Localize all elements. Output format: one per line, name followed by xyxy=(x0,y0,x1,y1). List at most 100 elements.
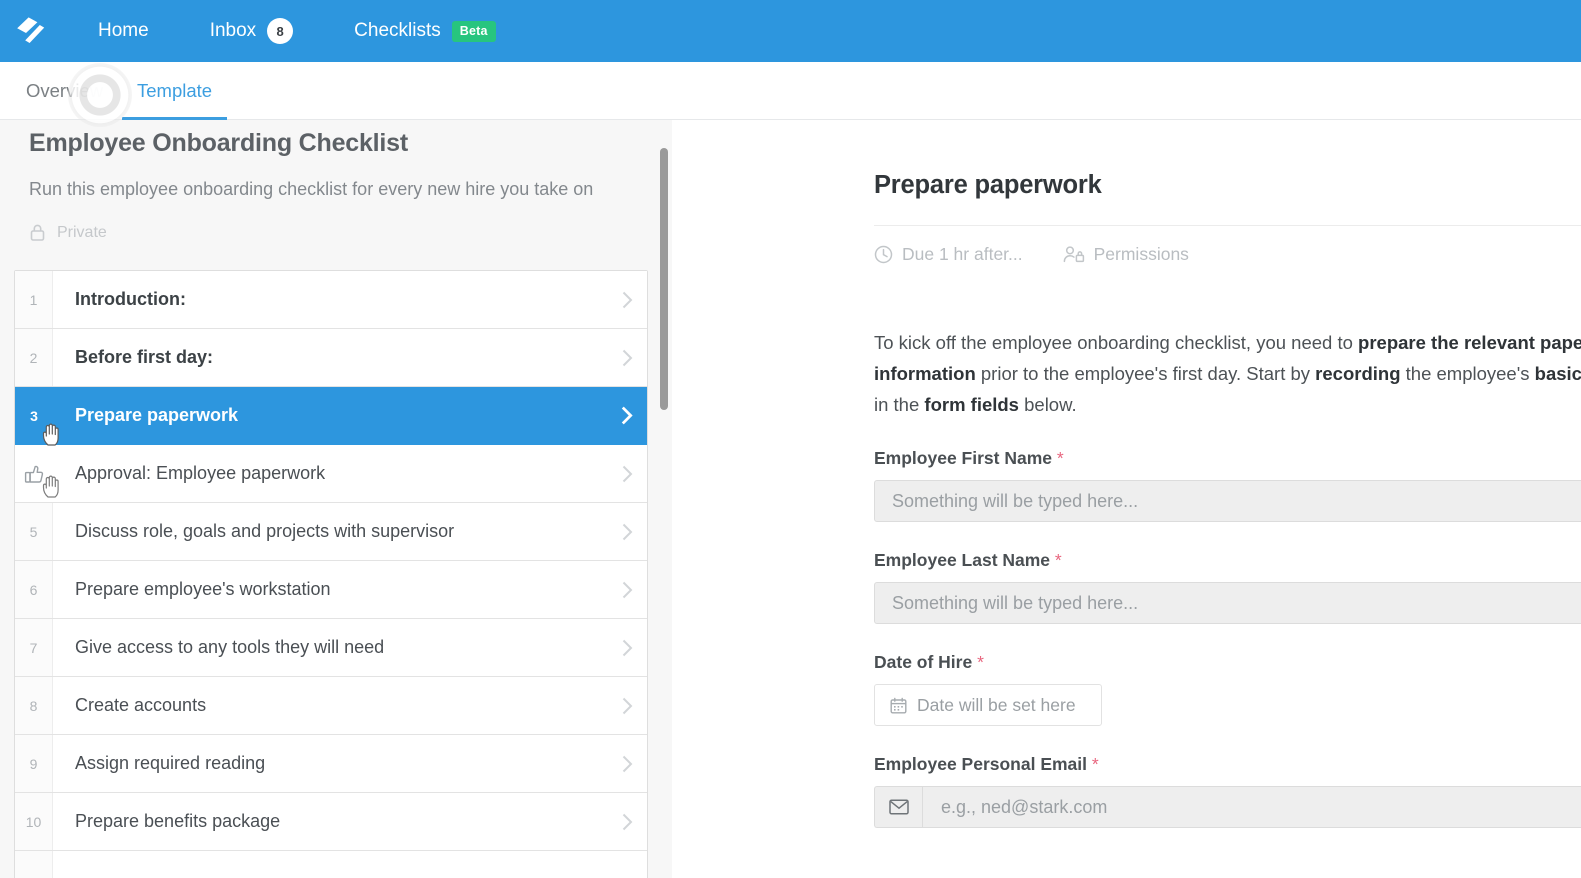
checklist-title: Employee Onboarding Checklist xyxy=(29,129,409,157)
desc-part-3: the employee's xyxy=(1400,363,1535,384)
field-label: Employee Last Name * xyxy=(874,550,1581,571)
task-label: Give access to any tools they will need xyxy=(75,637,385,657)
tab-template[interactable]: Template xyxy=(122,62,228,120)
task-row-selected[interactable]: 3 Prepare paperwork xyxy=(15,387,647,446)
tab-overview[interactable]: Overview xyxy=(26,62,103,120)
chevron-right-icon xyxy=(607,561,647,618)
desc-bold-3: basic information xyxy=(1534,363,1581,384)
thumbs-up-icon xyxy=(24,465,44,483)
beta-badge: Beta xyxy=(451,20,496,42)
nav-link-inbox[interactable]: Inbox 8 xyxy=(209,18,294,44)
field-employee-first-name: Employee First Name * Something will be … xyxy=(874,448,1581,522)
task-label: Approval: Employee paperwork xyxy=(75,463,326,483)
field-label: Employee First Name * xyxy=(874,448,1581,469)
task-row[interactable]: 9 Assign required reading xyxy=(15,735,647,793)
task-row[interactable]: 1 Introduction: xyxy=(15,271,647,329)
chevron-right-icon xyxy=(607,851,647,878)
field-label-text: Employee First Name xyxy=(874,448,1052,468)
task-number: 9 xyxy=(15,735,53,792)
clock-icon xyxy=(874,245,893,264)
chevron-right-icon xyxy=(607,445,647,502)
task-number: 1 xyxy=(15,271,53,328)
task-detail-inner: Prepare paperwork Due 1 hr after... Perm… xyxy=(874,120,1581,828)
top-navigation-bar: Home Inbox 8 Checklists Beta xyxy=(0,0,1581,62)
app-root: Home Inbox 8 Checklists Beta Overview Te… xyxy=(0,0,1581,878)
task-label: Prepare paperwork xyxy=(75,405,239,425)
task-row[interactable]: 10 Prepare benefits package xyxy=(15,793,647,851)
visibility-label: Private xyxy=(57,223,107,241)
field-date-of-hire: Date of Hire * Date will be set here xyxy=(874,652,1581,726)
task-label: Create accounts xyxy=(75,695,207,715)
body-area: Employee Onboarding Checklist Run this e… xyxy=(0,120,1581,878)
task-number: 6 xyxy=(15,561,53,618)
task-number: 2 xyxy=(15,329,53,386)
process-street-logo-icon xyxy=(17,17,45,43)
sidebar-scrollbar[interactable] xyxy=(660,148,668,410)
email-addon xyxy=(874,786,922,828)
chevron-right-icon xyxy=(607,387,647,444)
desc-bold-2: recording xyxy=(1315,363,1401,384)
task-label: Introduction: xyxy=(75,289,186,309)
task-meta-row: Due 1 hr after... Permissions xyxy=(874,244,1581,265)
field-label-text: Date of Hire xyxy=(874,652,973,672)
field-employee-personal-email: Employee Personal Email * e.g., ned@star… xyxy=(874,754,1581,828)
permissions-icon xyxy=(1063,246,1084,263)
permissions-control[interactable]: Permissions xyxy=(1063,244,1189,265)
task-label: Assign required reading xyxy=(75,753,266,773)
due-date-label: Due 1 hr after... xyxy=(902,244,1023,264)
task-row[interactable]: 6 Prepare employee's workstation xyxy=(15,561,647,619)
date-of-hire-input[interactable]: Date will be set here xyxy=(874,684,1102,726)
task-row[interactable]: Approval: Employee paperwork xyxy=(15,445,647,503)
task-number: 3 xyxy=(15,387,53,444)
due-date-control[interactable]: Due 1 hr after... xyxy=(874,244,1023,265)
date-of-hire-placeholder: Date will be set here xyxy=(917,694,1076,715)
task-row-partial[interactable] xyxy=(15,851,647,878)
tab-bar: Overview Template xyxy=(0,62,1581,120)
task-row[interactable]: 5 Discuss role, goals and projects with … xyxy=(15,503,647,561)
task-number: 5 xyxy=(15,503,53,560)
employee-personal-email-input[interactable]: e.g., ned@stark.com xyxy=(922,786,1581,828)
nav-link-home-label: Home xyxy=(98,20,149,41)
field-label: Date of Hire * xyxy=(874,652,1581,673)
task-number: 10 xyxy=(15,793,53,850)
desc-part-5: below. xyxy=(1018,394,1077,415)
chevron-right-icon xyxy=(607,793,647,850)
app-logo[interactable] xyxy=(0,0,62,62)
desc-part-2: prior to the employee's first day. Start… xyxy=(975,363,1316,384)
required-asterisk: * xyxy=(1091,754,1099,774)
desc-bold-4: form fields xyxy=(924,394,1019,415)
sidebar-inner: Employee Onboarding Checklist Run this e… xyxy=(0,120,660,878)
chevron-right-icon xyxy=(607,619,647,676)
top-nav-links: Home Inbox 8 Checklists Beta xyxy=(62,0,557,62)
task-row[interactable]: 8 Create accounts xyxy=(15,677,647,735)
desc-part-4: in the xyxy=(874,394,925,415)
task-number: 8 xyxy=(15,677,53,734)
task-row[interactable]: 2 Before first day: xyxy=(15,329,647,387)
permissions-label: Permissions xyxy=(1093,244,1189,264)
nav-link-inbox-label: Inbox xyxy=(209,20,257,41)
task-label: Discuss role, goals and projects with su… xyxy=(75,521,455,541)
nav-link-home[interactable]: Home xyxy=(98,20,149,42)
chevron-right-icon xyxy=(607,735,647,792)
task-description: To kick off the employee onboarding chec… xyxy=(874,327,1581,420)
task-label xyxy=(53,851,607,878)
task-list: 1 Introduction: 2 Before first day: 3 Pr… xyxy=(14,270,648,878)
employee-last-name-input[interactable]: Something will be typed here... xyxy=(874,582,1581,624)
task-row[interactable]: 7 Give access to any tools they will nee… xyxy=(15,619,647,677)
email-input-group: e.g., ned@stark.com xyxy=(874,786,1581,828)
inbox-count-badge: 8 xyxy=(267,18,294,44)
field-label-text: Employee Last Name xyxy=(874,550,1051,570)
lock-icon xyxy=(30,224,45,241)
checklist-description: Run this employee onboarding checklist f… xyxy=(29,179,594,199)
divider xyxy=(874,225,1581,226)
visibility-indicator[interactable]: Private xyxy=(29,223,660,242)
chevron-right-icon xyxy=(607,503,647,560)
desc-part-1: To kick off the employee onboarding chec… xyxy=(874,332,1359,353)
required-asterisk: * xyxy=(977,652,984,672)
task-label: Prepare employee's workstation xyxy=(75,579,331,599)
task-detail-title: Prepare paperwork xyxy=(874,171,1102,199)
chevron-right-icon xyxy=(607,271,647,328)
employee-first-name-input[interactable]: Something will be typed here... xyxy=(874,480,1581,522)
tab-overview-label: Overview xyxy=(26,80,104,101)
nav-link-checklists[interactable]: Checklists Beta xyxy=(354,20,496,42)
